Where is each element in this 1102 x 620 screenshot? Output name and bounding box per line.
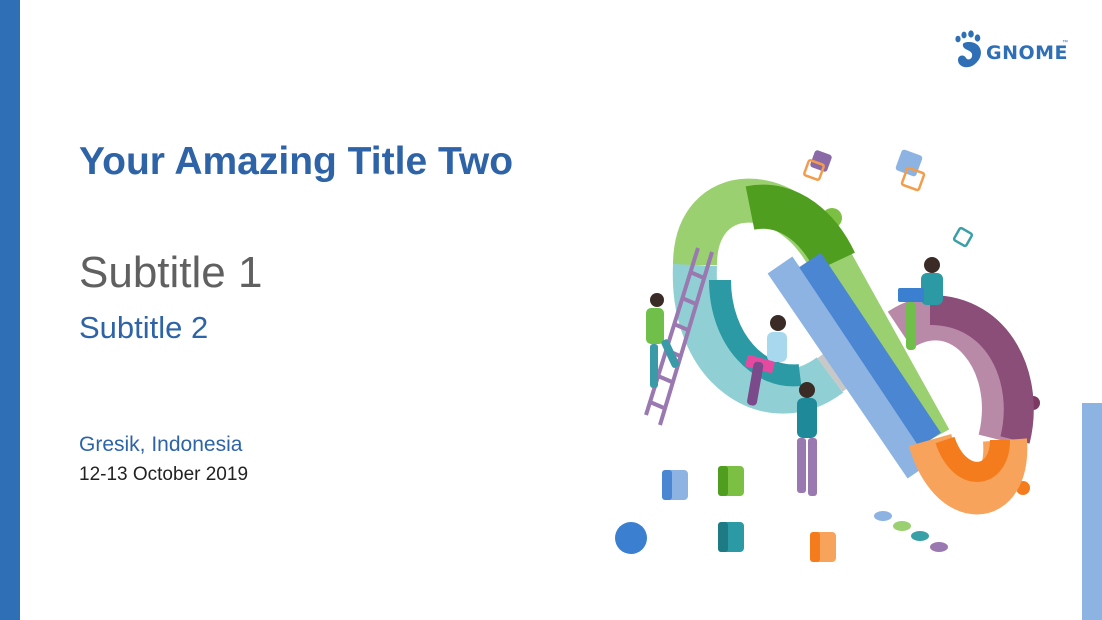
floating-square-icon [895, 149, 926, 192]
floating-square-icon [803, 150, 832, 181]
floating-tile [810, 532, 836, 562]
gnome-wordmark: GNOME [986, 42, 1069, 64]
slide-title: Your Amazing Title Two [79, 140, 514, 183]
person-standing [797, 382, 817, 496]
event-date: 12-13 October 2019 [79, 464, 249, 485]
subtitle-1: Subtitle 1 [79, 248, 263, 297]
subtitle-2: Subtitle 2 [79, 310, 209, 345]
coin-stack [874, 511, 948, 552]
gnome-foot-icon [955, 30, 981, 68]
floating-tile [718, 466, 744, 496]
left-accent-bar [0, 0, 20, 620]
right-accent-bar [1082, 403, 1102, 620]
floating-tile [662, 470, 688, 500]
infinity-loop [672, 178, 1034, 515]
gnome-logo: GNOME ™ [952, 30, 1072, 70]
event-location: Gresik, Indonesia [79, 433, 243, 456]
floating-square-icon [952, 226, 974, 248]
floating-tile [718, 522, 744, 552]
floating-dot [615, 522, 647, 554]
trademark-symbol: ™ [1062, 40, 1068, 46]
infinity-loop-illustration [615, 149, 1040, 562]
